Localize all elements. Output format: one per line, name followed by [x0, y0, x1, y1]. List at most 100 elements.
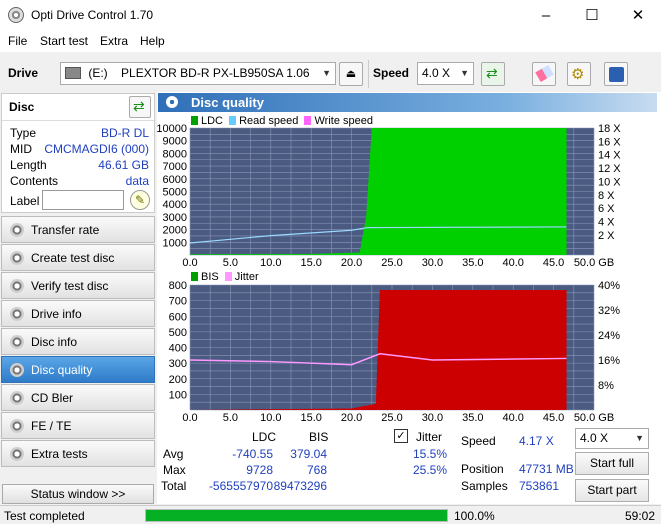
contents-label: Contents — [10, 174, 59, 188]
y-tick-label-right: 6 X — [598, 203, 615, 215]
menu-extra[interactable]: Extra — [100, 34, 128, 48]
maximize-icon[interactable]: ☐ — [569, 0, 615, 31]
jitter-avg: 15.5% — [413, 447, 448, 461]
menu-help[interactable]: Help — [140, 34, 165, 48]
x-tick-label: 30.0 — [422, 257, 443, 269]
y-tick-label-left: 100 — [169, 389, 187, 401]
nav-cd-bler[interactable]: CD Bler — [1, 384, 155, 411]
window-title: Opti Drive Control 1.70 — [31, 8, 154, 22]
disc-refresh-button[interactable]: ⇄ — [129, 96, 151, 118]
y-tick-label-left: 6000 — [163, 174, 187, 186]
y-tick-label-right: 2 X — [598, 230, 615, 242]
panel-title: Disc quality — [191, 95, 264, 110]
nav-fe-te[interactable]: FE / TE — [1, 412, 155, 439]
eraser-icon — [535, 64, 554, 83]
jitter-checkbox[interactable]: ✓ — [394, 429, 408, 443]
status-text: Test completed — [4, 509, 85, 523]
y-tick-label-left: 2000 — [163, 225, 187, 237]
x-tick-label: 50.0 GB — [574, 412, 614, 424]
status-window-button[interactable]: Status window >> — [2, 484, 154, 504]
nav-label: Extra tests — [31, 447, 88, 461]
disc-panel-title: Disc — [9, 100, 35, 114]
start-full-button[interactable]: Start full — [575, 452, 649, 475]
nav-disc-info[interactable]: Disc info — [1, 328, 155, 355]
toolbar: Drive (E:) PLEXTOR BD-R PX-LB950SA 1.06 … — [0, 56, 661, 92]
refresh-button[interactable]: ⇄ — [481, 62, 505, 86]
menu-start-test[interactable]: Start test — [40, 34, 88, 48]
y-tick-label-right: 40% — [598, 280, 620, 292]
disc-icon — [10, 335, 24, 349]
nav-drive-info[interactable]: Drive info — [1, 300, 155, 327]
speed-stat-value: 4.17 X — [519, 434, 554, 448]
drive-select[interactable]: (E:) PLEXTOR BD-R PX-LB950SA 1.06 ▼ — [60, 62, 336, 85]
disc-info-panel: Disc ⇄ Type BD-R DL MID CMCMAGDI6 (000) … — [1, 93, 155, 213]
speed-value: 4.0 X — [422, 66, 451, 80]
nav-label: Disc quality — [31, 363, 93, 377]
label-edit-button[interactable]: ✎ — [130, 190, 150, 210]
nav-label: Disc info — [31, 335, 78, 349]
disc-icon — [10, 279, 24, 293]
disc-icon — [10, 223, 24, 237]
y-tick-label-left: 10000 — [157, 123, 187, 135]
nav-label: FE / TE — [31, 419, 72, 433]
divider — [2, 120, 154, 121]
menu-file[interactable]: File — [8, 34, 27, 48]
x-tick-label: 15.0 — [300, 412, 321, 424]
settings-button[interactable]: ⚙ — [567, 62, 591, 86]
y-tick-label-left: 7000 — [163, 161, 187, 173]
y-tick-label-left: 300 — [169, 358, 187, 370]
x-tick-label: 0.0 — [182, 257, 197, 269]
save-button[interactable] — [604, 62, 628, 86]
nav-verify-test-disc[interactable]: Verify test disc — [1, 272, 155, 299]
start-part-button[interactable]: Start part — [575, 479, 649, 502]
y-tick-label-left: 9000 — [163, 136, 187, 148]
length-value: 46.61 GB — [98, 158, 149, 172]
nav-create-test-disc[interactable]: Create test disc — [1, 244, 155, 271]
eject-button[interactable]: ⏏ — [339, 62, 363, 86]
nav-extra-tests[interactable]: Extra tests — [1, 440, 155, 467]
x-tick-label: 50.0 GB — [574, 257, 614, 269]
disc-icon — [10, 391, 24, 405]
y-tick-label-left: 700 — [169, 296, 187, 308]
drive-name: PLEXTOR BD-R PX-LB950SA 1.06 — [121, 66, 310, 80]
close-icon[interactable]: ✕ — [615, 0, 661, 31]
x-tick-label: 45.0 — [543, 257, 564, 269]
nav-disc-quality[interactable]: Disc quality — [1, 356, 155, 383]
speed-select[interactable]: 4.0 X ▼ — [417, 62, 474, 85]
minimize-icon[interactable]: – — [523, 0, 569, 31]
app-disc-icon — [8, 7, 24, 23]
x-tick-label: 15.0 — [300, 257, 321, 269]
y-tick-label-left: 500 — [169, 327, 187, 339]
x-tick-label: 20.0 — [341, 412, 362, 424]
mid-value: CMCMAGDI6 (000) — [44, 142, 149, 156]
ldc-avg: -740.55 — [232, 447, 273, 461]
erase-button[interactable] — [532, 62, 556, 86]
x-tick-label: 0.0 — [182, 412, 197, 424]
label-input[interactable] — [42, 190, 124, 210]
y-tick-label-left: 400 — [169, 343, 187, 355]
floppy-disk-icon — [609, 67, 624, 82]
x-tick-label: 35.0 — [462, 257, 483, 269]
toolbar-separator — [368, 60, 369, 88]
progress-text: 100.0% — [454, 509, 495, 523]
label-label: Label — [10, 194, 40, 208]
y-tick-label-left: 800 — [169, 280, 187, 292]
status-bar: Test completed 100.0% 59:02 — [0, 505, 661, 524]
x-tick-label: 25.0 — [381, 257, 402, 269]
drive-letter: (E:) — [88, 66, 108, 80]
x-tick-label: 45.0 — [543, 412, 564, 424]
disc-icon — [10, 307, 24, 321]
refresh-arrows-icon: ⇄ — [133, 98, 145, 114]
x-tick-label: 10.0 — [260, 412, 281, 424]
elapsed-time: 59:02 — [625, 509, 656, 523]
nav-label: Transfer rate — [31, 223, 100, 237]
chevron-down-icon: ▼ — [635, 433, 644, 443]
y-tick-label-right: 12 X — [598, 163, 621, 175]
refresh-arrows-icon: ⇄ — [486, 65, 498, 81]
menu-bar: File Start test Extra Help — [0, 31, 661, 52]
test-speed-select[interactable]: 4.0 X ▼ — [575, 428, 649, 449]
x-tick-label: 25.0 — [381, 412, 402, 424]
jitter-label: Jitter — [416, 430, 443, 444]
nav-transfer-rate[interactable]: Transfer rate — [1, 216, 155, 243]
y-tick-label-right: 10 X — [598, 176, 621, 188]
